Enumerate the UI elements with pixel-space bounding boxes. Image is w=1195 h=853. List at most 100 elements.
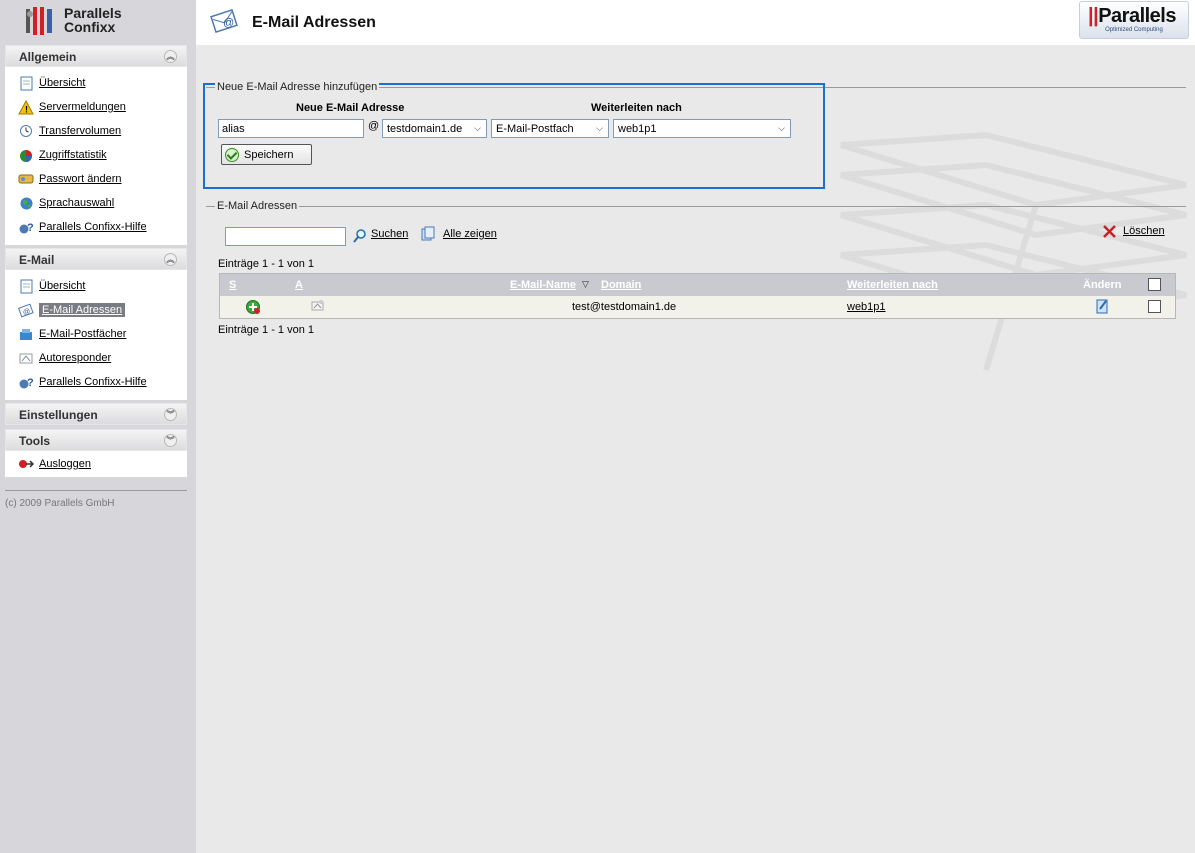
show-all-icon[interactable] xyxy=(420,226,437,246)
help-icon: ? xyxy=(17,374,35,390)
alias-input[interactable] xyxy=(218,119,364,138)
checkmark-icon xyxy=(225,147,239,162)
section-header-tools[interactable]: Tools ︾ xyxy=(5,429,187,451)
sort-desc-icon[interactable]: ▽ xyxy=(582,279,589,290)
page-title: E-Mail Adressen xyxy=(252,14,376,31)
globe-icon xyxy=(17,195,35,211)
section-header-einstellungen[interactable]: Einstellungen ︾ xyxy=(5,403,187,425)
brand-line2: Confixx xyxy=(64,19,116,35)
show-all-link[interactable]: Alle zeigen xyxy=(443,228,497,240)
col-header-s[interactable]: S xyxy=(229,279,236,291)
add-form-legend: Neue E-Mail Adresse hinzufügen xyxy=(215,81,380,93)
row-checkbox[interactable] xyxy=(1148,300,1161,313)
autoresponder-icon[interactable] xyxy=(309,298,326,318)
autoresponder-icon xyxy=(17,350,35,366)
col-header-edit: Ändern xyxy=(1083,279,1122,291)
save-label: Speichern xyxy=(244,148,294,161)
nav-autoresponder[interactable]: Autoresponder xyxy=(17,346,187,370)
svg-text:?: ? xyxy=(27,377,34,389)
col-header-domain[interactable]: Domain xyxy=(601,279,641,291)
nav-label: Parallels Confixx-Hilfe xyxy=(39,376,147,388)
col-header-a[interactable]: A xyxy=(295,279,303,291)
section-title: E-Mail xyxy=(19,253,55,267)
parallels-bars-icon: || xyxy=(1088,5,1099,27)
nav-label: E-Mail Adressen xyxy=(39,303,126,317)
section-header-allgemein[interactable]: Allgemein ︽ xyxy=(5,45,187,67)
background-watermark xyxy=(840,131,1187,371)
status-active-icon[interactable] xyxy=(245,299,262,319)
document-icon xyxy=(17,75,35,91)
col-header-email-name[interactable]: E-Mail-Name xyxy=(510,279,576,291)
list-border xyxy=(206,206,1186,207)
nav-confixx-hilfe[interactable]: ? Parallels Confixx-Hilfe xyxy=(17,215,187,239)
copyright: (c) 2009 Parallels GmbH xyxy=(5,490,187,509)
email-address-icon: @ xyxy=(17,302,35,318)
nav-zugriffstatistik[interactable]: Zugriffstatistik xyxy=(17,143,187,167)
delete-link[interactable]: Löschen xyxy=(1123,225,1165,237)
section-header-email[interactable]: E-Mail ︽ xyxy=(5,248,187,270)
search-link[interactable]: Suchen xyxy=(371,228,408,240)
logo-subtitle: Optimized Computing xyxy=(1105,27,1163,33)
confixx-logo: Parallels Confixx xyxy=(0,0,196,42)
sidebar: Parallels Confixx Allgemein ︽ Übersicht … xyxy=(0,0,196,853)
edit-icon[interactable] xyxy=(1095,298,1110,318)
chevron-down-icon: ⌵ xyxy=(474,123,481,133)
pie-chart-icon xyxy=(17,147,35,163)
select-all-checkbox[interactable] xyxy=(1148,278,1161,291)
nav-label: Übersicht xyxy=(39,280,86,292)
svg-text:@: @ xyxy=(23,309,30,316)
list-legend: E-Mail Adressen xyxy=(215,200,300,212)
email-address-icon: @ xyxy=(210,9,238,33)
nav-label: Sprachauswahl xyxy=(39,197,115,209)
clock-icon xyxy=(17,123,35,139)
key-icon xyxy=(17,171,35,187)
collapse-icon[interactable]: ︽ xyxy=(164,50,177,63)
page-header: @ E-Mail Adressen ||Parallels Optimized … xyxy=(196,0,1195,45)
nav-ausloggen[interactable]: Ausloggen xyxy=(17,452,187,476)
type-selected: E-Mail-Postfach xyxy=(496,123,574,135)
col-header-forward[interactable]: Weiterleiten nach xyxy=(847,279,938,291)
nav-label: Servermeldungen xyxy=(39,101,126,113)
main-content: Neue E-Mail Adresse hinzufügen Neue E-Ma… xyxy=(196,45,1195,853)
section-title: Einstellungen xyxy=(19,408,98,422)
forward-target-select[interactable]: web1p1 ⌵ xyxy=(613,119,791,138)
target-selected: web1p1 xyxy=(618,123,657,135)
chevron-down-icon: ⌵ xyxy=(778,123,785,133)
search-icon[interactable] xyxy=(352,228,368,247)
nav-label: Parallels Confixx-Hilfe xyxy=(39,221,147,233)
save-button[interactable]: Speichern xyxy=(221,144,312,165)
section-email: E-Mail ︽ Übersicht @ E-Mail Adressen E-M… xyxy=(5,248,187,400)
forward-target-link[interactable]: web1p1 xyxy=(847,301,886,313)
type-select[interactable]: E-Mail-Postfach ⌵ xyxy=(491,119,609,138)
expand-icon[interactable]: ︾ xyxy=(164,408,177,421)
section-title: Allgemein xyxy=(19,50,77,64)
nav-email-confixx-hilfe[interactable]: ? Parallels Confixx-Hilfe xyxy=(17,370,187,394)
svg-text:?: ? xyxy=(27,222,34,234)
collapse-icon[interactable]: ︽ xyxy=(164,253,177,266)
delete-icon[interactable] xyxy=(1102,224,1117,242)
section-einstellungen: Einstellungen ︾ xyxy=(5,403,187,425)
domain-selected: testdomain1.de xyxy=(387,123,463,135)
nav-email-adressen[interactable]: @ E-Mail Adressen xyxy=(17,298,187,322)
nav-label: Autoresponder xyxy=(39,352,112,364)
nav-servermeldungen[interactable]: ! Servermeldungen xyxy=(17,95,187,119)
nav-email-uebersicht[interactable]: Übersicht xyxy=(17,274,187,298)
nav-email-postfaecher[interactable]: E-Mail-Postfächer xyxy=(17,322,187,346)
nav-label: Ausloggen xyxy=(39,458,91,470)
expand-icon[interactable]: ︾ xyxy=(164,434,177,447)
help-icon: ? xyxy=(17,219,35,235)
entries-count-bottom: Einträge 1 - 1 von 1 xyxy=(218,324,315,336)
nav-label: E-Mail-Postfächer xyxy=(39,328,127,340)
domain-select[interactable]: testdomain1.de ⌵ xyxy=(382,119,487,138)
mailbox-icon xyxy=(17,326,35,342)
document-icon xyxy=(17,278,35,294)
email-table: S A E-Mail-Name ▽ Domain Weiterleiten na… xyxy=(219,273,1176,319)
chevron-down-icon: ⌵ xyxy=(596,123,603,133)
nav-uebersicht[interactable]: Übersicht xyxy=(17,71,187,95)
nav-sprachauswahl[interactable]: Sprachauswahl xyxy=(17,191,187,215)
nav-label: Übersicht xyxy=(39,77,86,89)
nav-label: Zugriffstatistik xyxy=(39,149,107,161)
search-input[interactable] xyxy=(225,227,346,246)
nav-transfervolumen[interactable]: Transfervolumen xyxy=(17,119,187,143)
nav-passwort-aendern[interactable]: Passwort ändern xyxy=(17,167,187,191)
